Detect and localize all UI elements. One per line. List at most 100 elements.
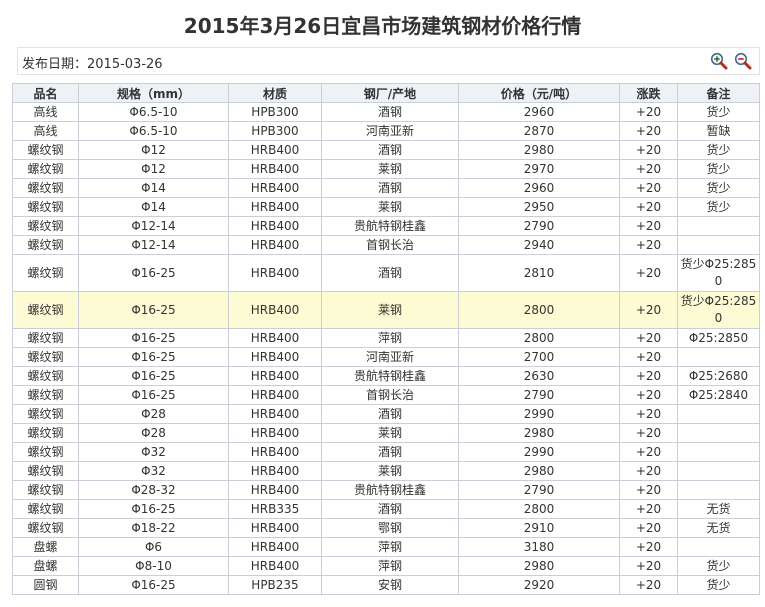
table-row: 圆钢 Φ16-25 HPB235 安钢 2920 +20 货少 xyxy=(12,575,760,595)
cell-material: HRB400 xyxy=(228,291,322,329)
cell-price: 2800 xyxy=(458,328,620,348)
cell-product: 高线 xyxy=(12,121,79,141)
cell-spec: Φ12-14 xyxy=(78,216,229,236)
cell-price: 2990 xyxy=(458,442,620,462)
cell-product: 圆钢 xyxy=(12,575,79,595)
cell-price: 2800 xyxy=(458,499,620,519)
cell-note xyxy=(677,347,760,367)
page-title: 2015年3月26日宜昌市场建筑钢材价格行情 xyxy=(183,14,582,38)
cell-product: 螺纹钢 xyxy=(12,385,79,405)
cell-price: 2700 xyxy=(458,347,620,367)
col-header-price: 价格（元/吨） xyxy=(458,83,620,103)
cell-spec: Φ28 xyxy=(78,404,229,424)
cell-spec: Φ16-25 xyxy=(78,328,229,348)
cell-note: Φ25:2840 xyxy=(677,385,760,405)
cell-spec: Φ6.5-10 xyxy=(78,102,229,122)
cell-note xyxy=(677,423,760,443)
cell-price: 2970 xyxy=(458,159,620,179)
cell-note xyxy=(677,235,760,255)
cell-material: HPB300 xyxy=(228,121,322,141)
cell-product: 螺纹钢 xyxy=(12,216,79,236)
cell-change: +20 xyxy=(619,291,678,329)
cell-mill: 贵航特钢桂鑫 xyxy=(321,480,459,500)
table-row: 盘螺 Φ6 HRB400 萍钢 3180 +20 xyxy=(12,537,760,557)
table-row: 螺纹钢 Φ14 HRB400 酒钢 2960 +20 货少 xyxy=(12,178,760,198)
cell-price: 2790 xyxy=(458,385,620,405)
table-row: 螺纹钢 Φ12 HRB400 酒钢 2980 +20 货少 xyxy=(12,140,760,160)
cell-product: 高线 xyxy=(12,102,79,122)
table-row: 螺纹钢 Φ28-32 HRB400 贵航特钢桂鑫 2790 +20 xyxy=(12,480,760,500)
table-row: 螺纹钢 Φ16-25 HRB400 首钢长治 2790 +20 Φ25:2840 xyxy=(12,385,760,405)
cell-mill: 首钢长治 xyxy=(321,385,459,405)
table-row: 螺纹钢 Φ32 HRB400 莱钢 2980 +20 xyxy=(12,461,760,481)
cell-note: 暂缺 xyxy=(677,121,760,141)
cell-note xyxy=(677,537,760,557)
cell-mill: 贵航特钢桂鑫 xyxy=(321,216,459,236)
cell-note: 货少 xyxy=(677,197,760,217)
cell-product: 螺纹钢 xyxy=(12,461,79,481)
cell-price: 2960 xyxy=(458,178,620,198)
cell-material: HRB400 xyxy=(228,442,322,462)
cell-note xyxy=(677,442,760,462)
cell-material: HRB400 xyxy=(228,178,322,198)
cell-change: +20 xyxy=(619,575,678,595)
col-header-product: 品名 xyxy=(12,83,79,103)
cell-mill: 莱钢 xyxy=(321,291,459,329)
cell-price: 2990 xyxy=(458,404,620,424)
cell-product: 螺纹钢 xyxy=(12,366,79,386)
cell-note xyxy=(677,461,760,481)
table-row: 螺纹钢 Φ12 HRB400 莱钢 2970 +20 货少 xyxy=(12,159,760,179)
table-row: 高线 Φ6.5-10 HPB300 酒钢 2960 +20 货少 xyxy=(12,102,760,122)
zoom-out-icon[interactable] xyxy=(734,52,752,70)
cell-change: +20 xyxy=(619,347,678,367)
cell-product: 螺纹钢 xyxy=(12,254,79,292)
cell-spec: Φ18-22 xyxy=(78,518,229,538)
cell-mill: 莱钢 xyxy=(321,197,459,217)
table-row: 螺纹钢 Φ16-25 HRB400 酒钢 2810 +20 货少Φ25:2850 xyxy=(12,254,760,292)
cell-spec: Φ6.5-10 xyxy=(78,121,229,141)
cell-material: HRB400 xyxy=(228,537,322,557)
table-row: 螺纹钢 Φ18-22 HRB400 鄂钢 2910 +20 无货 xyxy=(12,518,760,538)
publish-bar: 发布日期：2015-03-26 xyxy=(17,47,760,75)
cell-price: 2980 xyxy=(458,423,620,443)
cell-spec: Φ14 xyxy=(78,178,229,198)
cell-price: 2980 xyxy=(458,140,620,160)
cell-note: 无货 xyxy=(677,518,760,538)
cell-material: HRB400 xyxy=(228,480,322,500)
table-row: 盘螺 Φ8-10 HRB400 萍钢 2980 +20 货少 xyxy=(12,556,760,576)
cell-mill: 萍钢 xyxy=(321,328,459,348)
cell-change: +20 xyxy=(619,216,678,236)
cell-note: 货少Φ25:2850 xyxy=(677,254,760,292)
cell-mill: 酒钢 xyxy=(321,178,459,198)
table-row: 螺纹钢 Φ16-25 HRB400 贵航特钢桂鑫 2630 +20 Φ25:2680 xyxy=(12,366,760,386)
cell-material: HRB400 xyxy=(228,423,322,443)
cell-spec: Φ14 xyxy=(78,197,229,217)
cell-note: 货少 xyxy=(677,575,760,595)
cell-product: 螺纹钢 xyxy=(12,291,79,329)
cell-spec: Φ28-32 xyxy=(78,480,229,500)
cell-mill: 萍钢 xyxy=(321,537,459,557)
cell-change: +20 xyxy=(619,178,678,198)
cell-spec: Φ6 xyxy=(78,537,229,557)
cell-product: 螺纹钢 xyxy=(12,159,79,179)
cell-material: HRB400 xyxy=(228,216,322,236)
cell-change: +20 xyxy=(619,140,678,160)
cell-change: +20 xyxy=(619,404,678,424)
cell-price: 2960 xyxy=(458,102,620,122)
cell-product: 螺纹钢 xyxy=(12,235,79,255)
table-row: 螺纹钢 Φ32 HRB400 酒钢 2990 +20 xyxy=(12,442,760,462)
table-row: 螺纹钢 Φ14 HRB400 莱钢 2950 +20 货少 xyxy=(12,197,760,217)
cell-mill: 酒钢 xyxy=(321,499,459,519)
zoom-in-icon[interactable] xyxy=(710,52,728,70)
cell-change: +20 xyxy=(619,235,678,255)
cell-product: 螺纹钢 xyxy=(12,442,79,462)
cell-spec: Φ16-25 xyxy=(78,366,229,386)
cell-product: 螺纹钢 xyxy=(12,197,79,217)
cell-price: 2980 xyxy=(458,461,620,481)
cell-note xyxy=(677,216,760,236)
cell-note: 货少 xyxy=(677,140,760,160)
cell-spec: Φ28 xyxy=(78,423,229,443)
cell-change: +20 xyxy=(619,328,678,348)
cell-mill: 酒钢 xyxy=(321,254,459,292)
cell-spec: Φ12-14 xyxy=(78,235,229,255)
